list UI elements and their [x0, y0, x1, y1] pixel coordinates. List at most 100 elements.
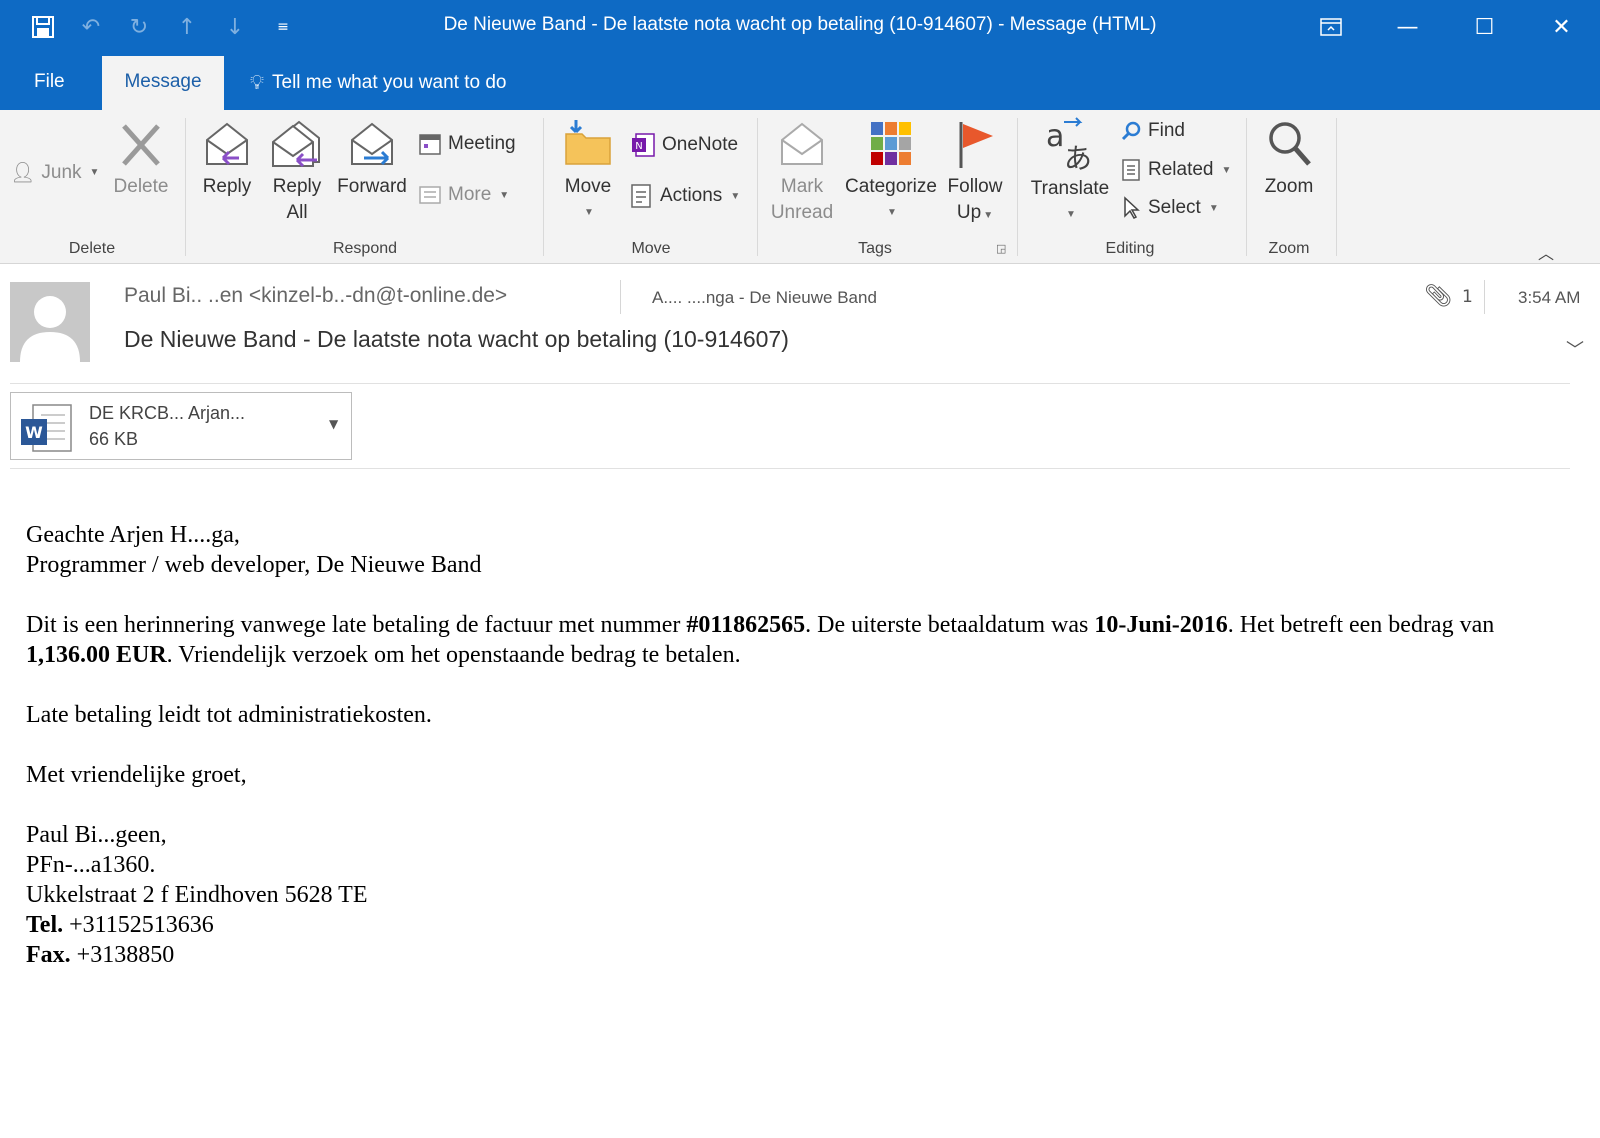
- divider: [757, 118, 758, 256]
- tab-file[interactable]: File: [34, 56, 65, 110]
- categorize-button[interactable]: Categorize ▼: [840, 118, 942, 226]
- late-fee-paragraph: Late betaling leidt tot administratiekos…: [26, 702, 432, 728]
- follow-up-label-2: Up: [956, 202, 982, 223]
- avatar: [10, 282, 90, 362]
- svg-text:あ: あ: [1064, 142, 1092, 172]
- down-arrow-icon[interactable]: ↓: [222, 12, 248, 42]
- chevron-down-icon[interactable]: ﹀: [1566, 336, 1584, 362]
- move-button[interactable]: Move ▼: [556, 118, 620, 226]
- related-icon: [1122, 159, 1140, 181]
- reminder-paragraph: Dit is een herinnering vanwege late beta…: [26, 610, 1566, 670]
- junk-icon: 👤︎: [10, 162, 36, 184]
- reply-button[interactable]: Reply: [196, 118, 258, 200]
- actions-button[interactable]: Actions ▼: [628, 183, 740, 209]
- due-date: 10-Juni-2016: [1094, 612, 1228, 638]
- forward-label: Forward: [337, 176, 407, 197]
- sender-address[interactable]: Paul Bi.. ..en <kinzel-b..-dn@t-online.d…: [124, 284, 507, 308]
- tab-message[interactable]: Message: [102, 56, 224, 110]
- onenote-button[interactable]: N OneNote: [630, 132, 738, 158]
- save-icon[interactable]: [30, 12, 56, 42]
- ribbon-display-options-icon[interactable]: [1292, 0, 1369, 54]
- up-arrow-icon[interactable]: ↑: [174, 12, 200, 42]
- quick-access-toolbar: ↶ ↻ ↑ ↓ ≡: [30, 12, 296, 42]
- follow-up-button[interactable]: Follow Up ▼: [940, 118, 1010, 229]
- related-label: Related: [1148, 159, 1214, 180]
- related-button[interactable]: Related ▼: [1120, 158, 1231, 182]
- delete-x-icon: [122, 124, 160, 166]
- onenote-icon: N: [632, 133, 655, 157]
- reply-all-label-1: Reply: [272, 176, 322, 197]
- fax-number: +3138850: [70, 942, 175, 968]
- mark-unread-label-1: Mark: [780, 176, 824, 197]
- message-subject: De Nieuwe Band - De laatste nota wacht o…: [124, 326, 789, 352]
- translate-label: Translate: [1030, 178, 1110, 199]
- actions-icon: [631, 184, 651, 208]
- find-label: Find: [1148, 120, 1185, 141]
- move-label: Move: [564, 176, 612, 197]
- attachment-card[interactable]: W DE KRCB... Arjan... 66 KB ▼: [10, 392, 352, 460]
- maximize-icon[interactable]: ☐: [1446, 0, 1523, 54]
- divider: [543, 118, 544, 256]
- divider: [1246, 118, 1247, 256]
- recipient[interactable]: A.... ....nga - De Nieuwe Band: [652, 288, 877, 308]
- ribbon: 👤︎ Junk ▼ Delete Delete Reply Reply All F…: [0, 110, 1600, 264]
- translate-button[interactable]: aあ Translate ▼: [1024, 116, 1116, 228]
- reply-icon: [206, 122, 248, 166]
- lightbulb-icon: 💡︎: [250, 72, 264, 94]
- signature-company: PFn-...a1360.: [26, 852, 156, 878]
- text: Dit is een herinnering vanwege late beta…: [26, 612, 687, 638]
- cursor-icon: [1124, 196, 1140, 219]
- chevron-down-icon: ▼: [499, 189, 510, 201]
- chevron-down-icon[interactable]: ▼: [329, 417, 338, 431]
- amount: 1,136.00 EUR: [26, 642, 167, 668]
- dialog-launcher-icon[interactable]: ◲: [996, 242, 1006, 255]
- group-label-move: Move: [631, 240, 671, 257]
- chevron-down-icon: ▼: [1221, 164, 1232, 176]
- attachment-indicator: 📎︎ 1: [1424, 284, 1473, 309]
- text: . Het betreft een bedrag van: [1227, 612, 1495, 638]
- mark-unread-icon: [781, 122, 823, 165]
- chevron-down-icon: ▼: [89, 167, 100, 178]
- group-label-respond: Respond: [332, 240, 398, 257]
- received-time: 3:54 AM: [1518, 288, 1581, 307]
- message-header: Paul Bi.. ..en <kinzel-b..-dn@t-online.d…: [0, 264, 1600, 384]
- window-title: De Nieuwe Band - De laatste nota wacht o…: [443, 14, 1157, 35]
- svg-text:N: N: [635, 141, 642, 152]
- ribbon-tabs: File Message 💡︎ Tell me what you want to…: [0, 56, 1600, 110]
- magnifier-icon: [1269, 122, 1311, 166]
- tel-label: Tel.: [26, 912, 64, 938]
- meeting-button[interactable]: Meeting: [418, 132, 516, 156]
- close-icon[interactable]: ✕: [1523, 0, 1600, 54]
- chevron-down-icon: ▼: [1066, 209, 1076, 220]
- redo-icon[interactable]: ↻: [126, 12, 152, 42]
- flag-icon: [959, 122, 993, 168]
- find-button[interactable]: Find: [1120, 120, 1185, 142]
- divider: [10, 468, 1570, 469]
- tell-me-label: Tell me what you want to do: [272, 72, 507, 93]
- attachment-count: 1: [1461, 286, 1473, 307]
- chevron-down-icon: ▼: [730, 190, 741, 202]
- undo-icon[interactable]: ↶: [78, 12, 104, 42]
- more-button[interactable]: More ▼: [418, 183, 509, 207]
- delete-button[interactable]: Delete: [110, 120, 172, 200]
- forward-button[interactable]: Forward: [332, 118, 412, 200]
- forward-icon: [351, 122, 393, 166]
- chevron-down-icon: ▼: [887, 207, 897, 218]
- chevron-down-icon: ▼: [584, 207, 594, 218]
- zoom-button[interactable]: Zoom: [1254, 118, 1324, 200]
- junk-button[interactable]: 👤︎ Junk ▼: [10, 160, 99, 185]
- meeting-icon: [419, 134, 441, 155]
- word-document-icon: W: [21, 404, 72, 452]
- select-button[interactable]: Select ▼: [1120, 196, 1219, 220]
- reply-all-button[interactable]: Reply All: [264, 118, 330, 226]
- collapse-ribbon-icon[interactable]: ︿: [1538, 240, 1554, 264]
- customize-toolbar-icon[interactable]: ≡: [270, 12, 296, 42]
- tell-me-search[interactable]: 💡︎ Tell me what you want to do: [250, 56, 506, 110]
- mark-unread-button[interactable]: Mark Unread: [764, 118, 840, 226]
- actions-label: Actions: [660, 185, 723, 206]
- meeting-label: Meeting: [448, 133, 516, 154]
- invoice-number: #011862565: [686, 612, 806, 638]
- minimize-icon[interactable]: —: [1369, 0, 1446, 54]
- zoom-label: Zoom: [1264, 176, 1314, 197]
- attachment-name: DE KRCB... Arjan...: [89, 403, 246, 423]
